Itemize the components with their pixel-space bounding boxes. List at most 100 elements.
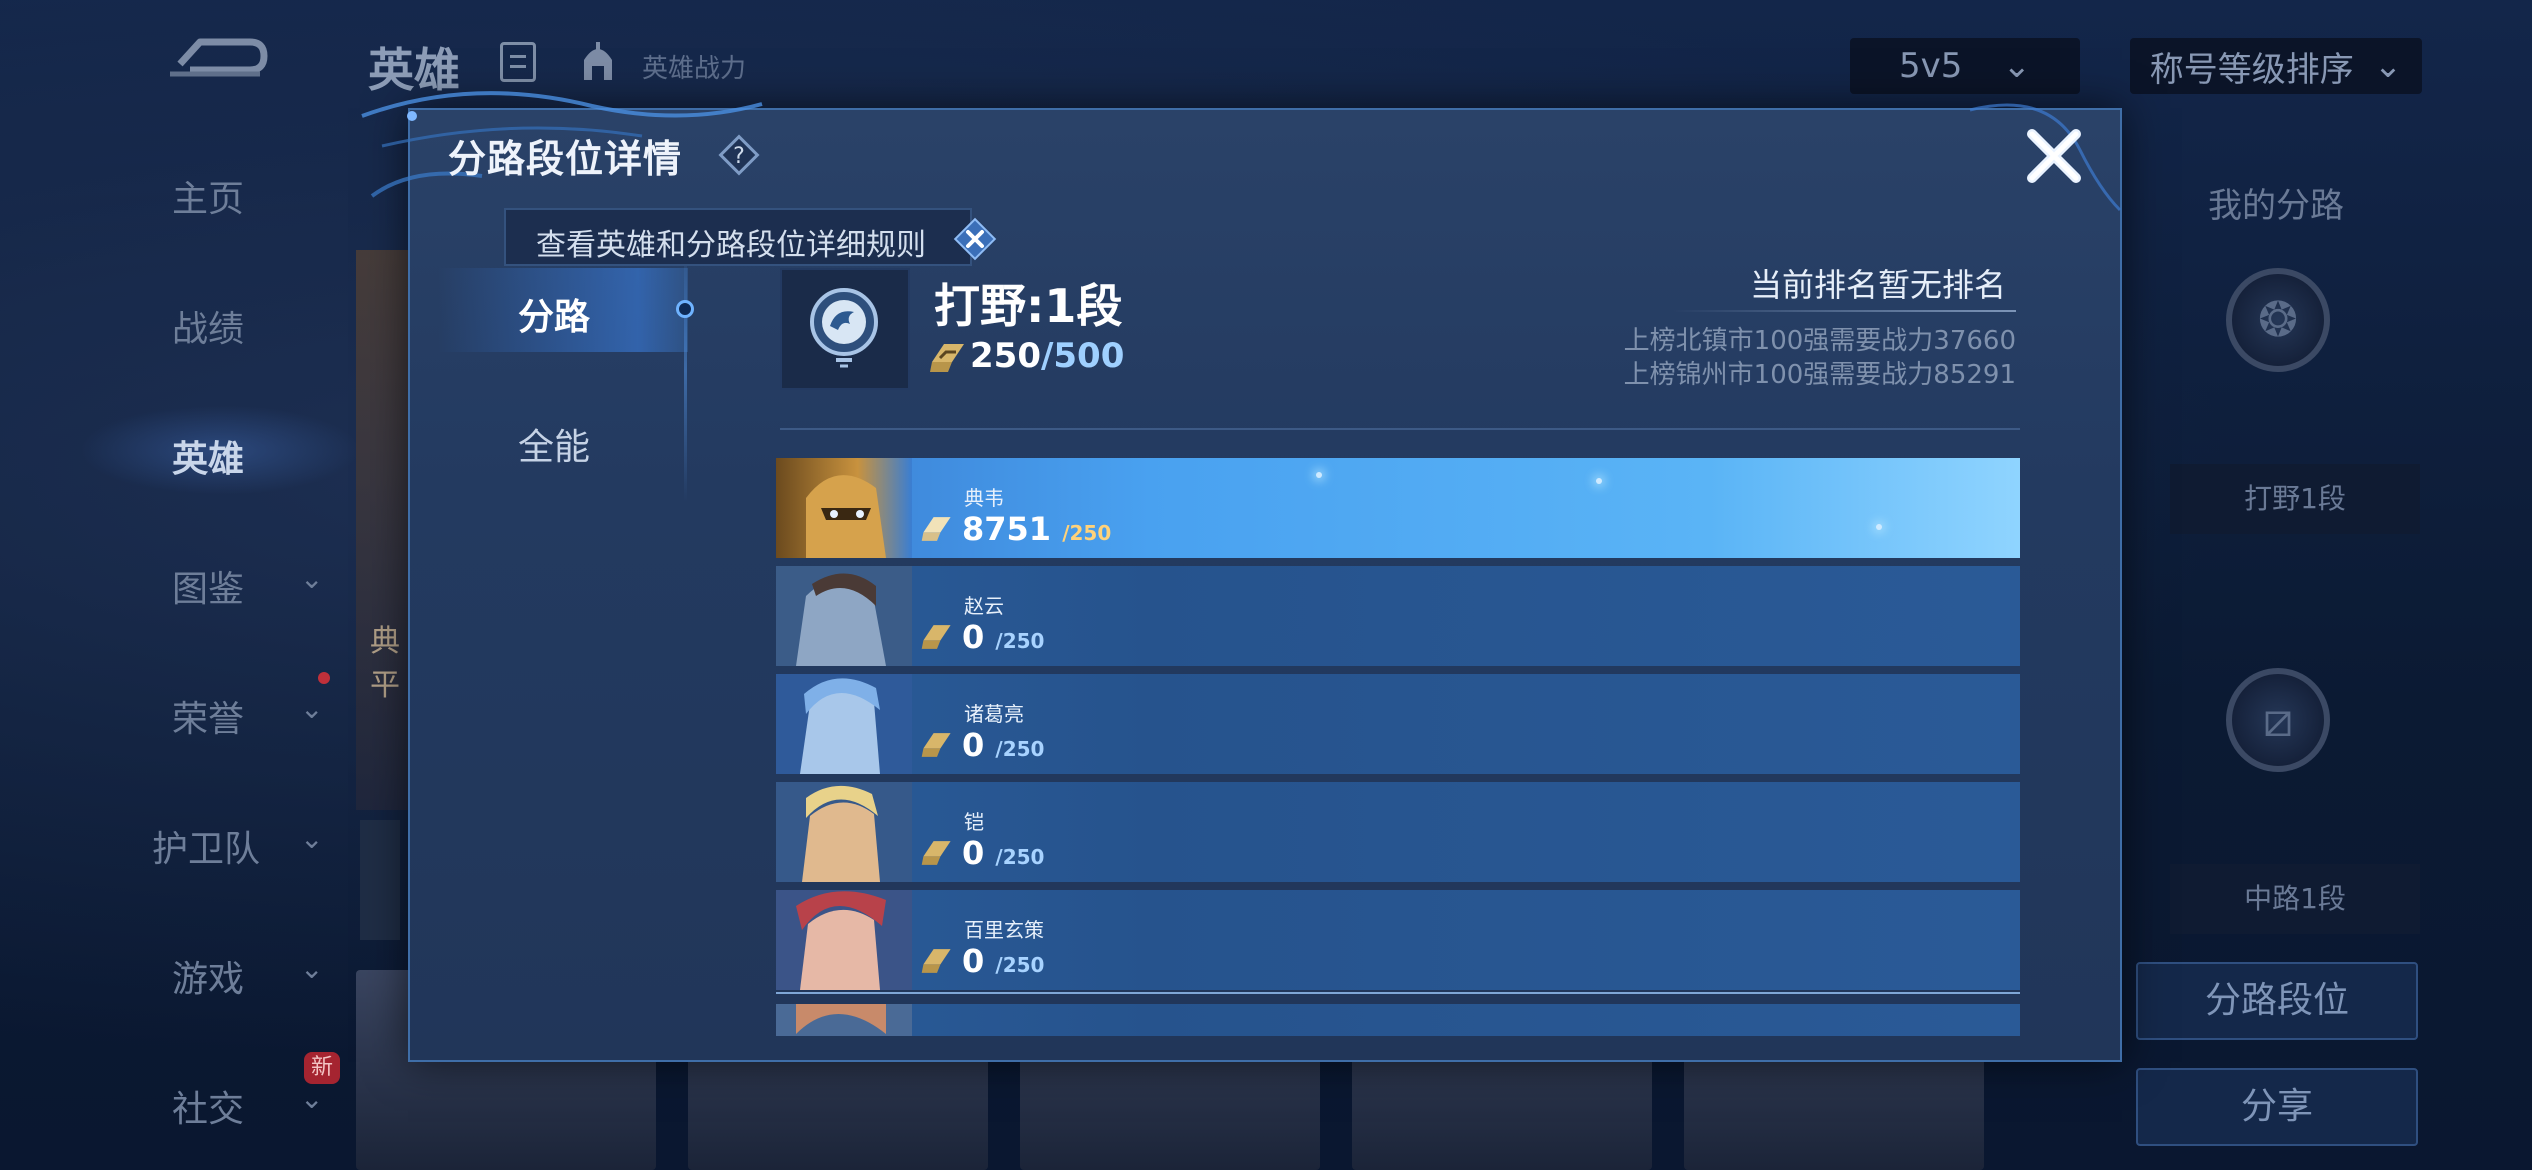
- nav-label: 主页: [172, 179, 245, 220]
- chevron-down-icon: ⌄: [300, 1082, 324, 1115]
- hero-points: 0 /250: [962, 834, 1044, 872]
- sparkle: [1876, 524, 1882, 530]
- hero-row[interactable]: 百里玄策 0 /250: [776, 890, 2020, 990]
- jungle-emblem-icon: [810, 288, 878, 368]
- nav-label: 荣誉: [172, 699, 245, 740]
- tab-lane[interactable]: 分路: [518, 288, 590, 340]
- power-badge-icon: [921, 625, 951, 649]
- lane-rank-jungle: 打野1段: [2170, 464, 2420, 534]
- hero-portrait-dianwei: [776, 458, 912, 558]
- share-button[interactable]: 分享: [2136, 1068, 2418, 1146]
- background-hero-info: [360, 820, 400, 940]
- sort-select[interactable]: 称号等级排序 ⌄: [2130, 38, 2422, 94]
- chevron-down-icon: ⌄: [2373, 46, 2403, 86]
- my-lanes-title: 我的分路: [2208, 186, 2344, 226]
- mid-emblem-icon: ⧄: [2226, 668, 2330, 772]
- power-badge-icon: [921, 949, 951, 973]
- dialog-title: 分路段位详情: [448, 137, 683, 181]
- list-icon[interactable]: [500, 42, 536, 82]
- sort-select-value: 称号等级排序: [2149, 49, 2354, 90]
- hero-points-value: 0: [962, 618, 985, 656]
- nav-label: 游戏: [172, 959, 245, 1000]
- background-hero-card[interactable]: [356, 250, 416, 810]
- mode-select[interactable]: 5v5 ⌄: [1850, 38, 2080, 94]
- hero-points-max: /250: [995, 737, 1045, 761]
- new-badge: 新: [304, 1052, 340, 1084]
- hero-list[interactable]: 典韦 8751 /250 赵云 0 /250 诸葛亮 0 /250 铠 0 /2…: [776, 458, 2020, 1036]
- row-divider: [776, 992, 2020, 994]
- chevron-down-icon: ⌄: [300, 822, 324, 855]
- lane-points-max: /500: [1040, 336, 1125, 376]
- hero-portrait-kai: [776, 782, 912, 882]
- tab-all-round[interactable]: 全能: [518, 418, 590, 470]
- hero-points-value: 0: [962, 726, 985, 764]
- hero-name: 典韦: [964, 486, 1004, 510]
- nav-item-home[interactable]: 主页: [0, 150, 340, 230]
- lane-points: 250/500: [970, 336, 1124, 376]
- nav-item-hero[interactable]: 英雄: [0, 410, 340, 490]
- nav-label: 战绩: [172, 309, 245, 350]
- nav-item-codex[interactable]: 图鉴 ⌄: [0, 540, 340, 620]
- hero-points-value: 8751: [962, 510, 1052, 548]
- hero-points: 0 /250: [962, 942, 1044, 980]
- power-badge-icon: [921, 517, 951, 541]
- hero-portrait: [776, 1004, 912, 1036]
- lane-rank-button[interactable]: 分路段位: [2136, 962, 2418, 1040]
- hero-name: 赵云: [964, 594, 1004, 618]
- hero-points-max: /250: [1062, 521, 1112, 545]
- lane-points-value: 250: [970, 336, 1041, 376]
- power-badge-icon: [921, 841, 951, 865]
- hero-row[interactable]: 典韦 8751 /250: [776, 458, 2020, 558]
- tab-indicator-icon: [676, 300, 694, 318]
- nav-label: 社交: [172, 1089, 245, 1130]
- hero-points-value: 0: [962, 942, 985, 980]
- nav-item-honor[interactable]: 荣誉 ⌄: [0, 670, 340, 750]
- hero-portrait-zhugeliang: [776, 674, 912, 774]
- chevron-down-icon: ⌄: [300, 562, 324, 595]
- mode-select-value: 5v5: [1899, 46, 1963, 86]
- hero-points-max: /250: [995, 845, 1045, 869]
- hero-points-max: /250: [995, 953, 1045, 977]
- power-badge-icon: [921, 733, 951, 757]
- hero-points: 0 /250: [962, 726, 1044, 764]
- sparkle: [1316, 472, 1322, 478]
- hero-name-fragment: 平: [370, 668, 400, 703]
- rank-requirement: 上榜锦州市100强需要战力85291: [1623, 360, 2016, 390]
- tooltip-close-icon[interactable]: [952, 216, 998, 262]
- hero-row[interactable]: 铠 0 /250: [776, 782, 2020, 882]
- rank-divider: [1672, 310, 2016, 312]
- hero-name: 铠: [964, 810, 984, 834]
- section-divider: [780, 428, 2020, 430]
- hero-row[interactable]: 诸葛亮 0 /250: [776, 674, 2020, 774]
- hero-row[interactable]: 赵云 0 /250: [776, 566, 2020, 666]
- nav-label: 护卫队: [152, 829, 261, 870]
- rank-requirement: 上榜北镇市100强需要战力37660: [1623, 326, 2016, 356]
- nav-item-game[interactable]: 游戏 ⌄: [0, 930, 340, 1010]
- hero-portrait-zhaoyun: [776, 566, 912, 666]
- nav-item-record[interactable]: 战绩: [0, 280, 340, 360]
- rules-tooltip-text[interactable]: 查看英雄和分路段位详细规则: [536, 220, 926, 264]
- hero-points: 8751 /250: [962, 510, 1111, 548]
- hero-name: 百里玄策: [964, 918, 1044, 942]
- nav-item-guard[interactable]: 护卫队 ⌄: [0, 800, 340, 880]
- helmet-icon[interactable]: [578, 40, 618, 84]
- power-badge-icon: [930, 344, 964, 372]
- hero-row[interactable]: [776, 1004, 2020, 1036]
- hero-points: 0 /250: [962, 618, 1044, 656]
- hero-power-label[interactable]: 英雄战力: [642, 48, 746, 85]
- hero-portrait-baili-xuance: [776, 890, 912, 990]
- hero-name: 诸葛亮: [964, 702, 1024, 726]
- hero-points-max: /250: [995, 629, 1045, 653]
- hero-name-fragment: 典: [370, 624, 400, 659]
- nav-label: 英雄: [172, 439, 245, 480]
- back-arrow-icon[interactable]: [160, 30, 270, 86]
- sparkle: [1596, 478, 1602, 484]
- chevron-down-icon: ⌄: [300, 692, 324, 725]
- close-icon[interactable]: [2022, 124, 2086, 188]
- chevron-down-icon: ⌄: [300, 952, 324, 985]
- nav-item-social[interactable]: 社交 ⌄: [0, 1060, 340, 1140]
- help-icon[interactable]: ?: [718, 134, 760, 176]
- background-hero-name: 典 平: [370, 620, 400, 708]
- nav-label: 图鉴: [172, 569, 245, 610]
- rank-status: 当前排名暂无排名: [1749, 266, 2006, 304]
